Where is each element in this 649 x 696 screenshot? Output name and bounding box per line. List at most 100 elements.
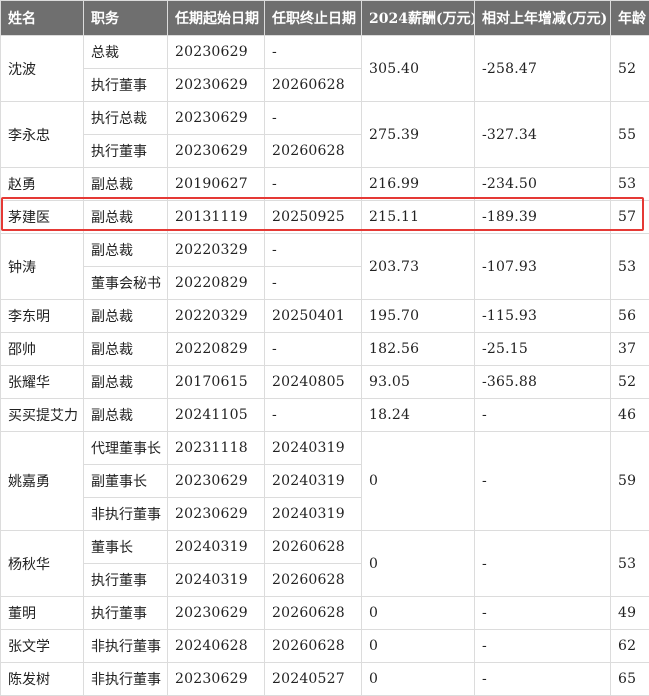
- cell-position: 副总裁: [84, 300, 168, 333]
- cell-age: 46: [611, 399, 649, 432]
- cell-change: -: [475, 432, 611, 531]
- cell-age: 52: [611, 36, 649, 102]
- cell-age: 65: [611, 663, 649, 696]
- cell-name: 茅建医: [1, 201, 84, 234]
- cell-start-date: 20230629: [168, 102, 265, 135]
- table-body: 沈波总裁20230629-305.40-258.4752执行董事20230629…: [1, 36, 649, 696]
- cell-start-date: 20220329: [168, 300, 265, 333]
- table-row: 邵帅副总裁20220829-182.56-25.1537: [1, 333, 649, 366]
- cell-position: 总裁: [84, 36, 168, 69]
- cell-end-date: 20250925: [265, 201, 362, 234]
- cell-position: 副总裁: [84, 399, 168, 432]
- table-row: 茅建医副总裁2013111920250925215.11-189.3957: [1, 201, 649, 234]
- cell-salary: 0: [362, 630, 475, 663]
- cell-end-date: -: [265, 36, 362, 69]
- cell-age: 53: [611, 234, 649, 300]
- header-change-vs-last-year: 相对上年增减(万元): [475, 1, 611, 36]
- cell-start-date: 20220329: [168, 234, 265, 267]
- cell-age: 53: [611, 168, 649, 201]
- cell-start-date: 20220829: [168, 267, 265, 300]
- cell-name: 陈发树: [1, 663, 84, 696]
- cell-end-date: -: [265, 234, 362, 267]
- cell-salary: 182.56: [362, 333, 475, 366]
- cell-age: 49: [611, 597, 649, 630]
- cell-end-date: 20240319: [265, 465, 362, 498]
- header-name: 姓名: [1, 1, 84, 36]
- cell-salary: 305.40: [362, 36, 475, 102]
- table-row: 钟涛副总裁20220329-203.73-107.9353: [1, 234, 649, 267]
- cell-start-date: 20190627: [168, 168, 265, 201]
- cell-start-date: 20240628: [168, 630, 265, 663]
- cell-start-date: 20230629: [168, 498, 265, 531]
- cell-position: 副总裁: [84, 168, 168, 201]
- cell-start-date: 20220829: [168, 333, 265, 366]
- cell-age: 55: [611, 102, 649, 168]
- table-row: 杨秋华董事长20240319202606280-53: [1, 531, 649, 564]
- cell-start-date: 20231118: [168, 432, 265, 465]
- cell-end-date: 20260628: [265, 630, 362, 663]
- cell-start-date: 20230629: [168, 69, 265, 102]
- cell-end-date: 20240319: [265, 498, 362, 531]
- cell-end-date: 20260628: [265, 531, 362, 564]
- cell-change: -: [475, 399, 611, 432]
- table-row: 赵勇副总裁20190627-216.99-234.5053: [1, 168, 649, 201]
- cell-salary: 0: [362, 531, 475, 597]
- header-age: 年龄: [611, 1, 649, 36]
- cell-salary: 195.70: [362, 300, 475, 333]
- cell-start-date: 20170615: [168, 366, 265, 399]
- cell-change: -: [475, 531, 611, 597]
- cell-change: -258.47: [475, 36, 611, 102]
- cell-age: 37: [611, 333, 649, 366]
- cell-age: 62: [611, 630, 649, 663]
- table-row: 李东明副总裁2022032920250401195.70-115.9356: [1, 300, 649, 333]
- cell-start-date: 20240319: [168, 564, 265, 597]
- cell-name: 沈波: [1, 36, 84, 102]
- cell-start-date: 20230629: [168, 597, 265, 630]
- cell-change: -234.50: [475, 168, 611, 201]
- cell-position: 执行董事: [84, 69, 168, 102]
- cell-position: 非执行董事: [84, 630, 168, 663]
- cell-end-date: 20240527: [265, 663, 362, 696]
- header-start-date: 任期起始日期: [168, 1, 265, 36]
- cell-end-date: -: [265, 333, 362, 366]
- table-row: 沈波总裁20230629-305.40-258.4752: [1, 36, 649, 69]
- cell-change: -107.93: [475, 234, 611, 300]
- cell-salary: 0: [362, 432, 475, 531]
- cell-end-date: 20260628: [265, 597, 362, 630]
- cell-position: 代理董事长: [84, 432, 168, 465]
- cell-change: -365.88: [475, 366, 611, 399]
- table-row: 董明执行董事20230629202606280-49: [1, 597, 649, 630]
- cell-position: 执行董事: [84, 135, 168, 168]
- cell-position: 非执行董事: [84, 663, 168, 696]
- cell-end-date: -: [265, 102, 362, 135]
- cell-end-date: -: [265, 168, 362, 201]
- cell-age: 56: [611, 300, 649, 333]
- cell-position: 副总裁: [84, 333, 168, 366]
- cell-name: 董明: [1, 597, 84, 630]
- cell-position: 执行董事: [84, 564, 168, 597]
- cell-start-date: 20230629: [168, 135, 265, 168]
- cell-salary: 203.73: [362, 234, 475, 300]
- cell-position: 非执行董事: [84, 498, 168, 531]
- cell-name: 李永忠: [1, 102, 84, 168]
- cell-salary: 0: [362, 663, 475, 696]
- cell-salary: 0: [362, 597, 475, 630]
- cell-position: 副董事长: [84, 465, 168, 498]
- cell-name: 李东明: [1, 300, 84, 333]
- cell-end-date: -: [265, 399, 362, 432]
- cell-name: 张文学: [1, 630, 84, 663]
- cell-name: 杨秋华: [1, 531, 84, 597]
- cell-position: 副总裁: [84, 201, 168, 234]
- table-row: 姚嘉勇代理董事长20231118202403190-59: [1, 432, 649, 465]
- cell-age: 57: [611, 201, 649, 234]
- cell-position: 董事会秘书: [84, 267, 168, 300]
- cell-position: 董事长: [84, 531, 168, 564]
- cell-end-date: 20260628: [265, 135, 362, 168]
- cell-change: -327.34: [475, 102, 611, 168]
- cell-salary: 215.11: [362, 201, 475, 234]
- cell-start-date: 20230629: [168, 663, 265, 696]
- cell-start-date: 20241105: [168, 399, 265, 432]
- cell-end-date: 20240319: [265, 432, 362, 465]
- cell-name: 邵帅: [1, 333, 84, 366]
- cell-age: 53: [611, 531, 649, 597]
